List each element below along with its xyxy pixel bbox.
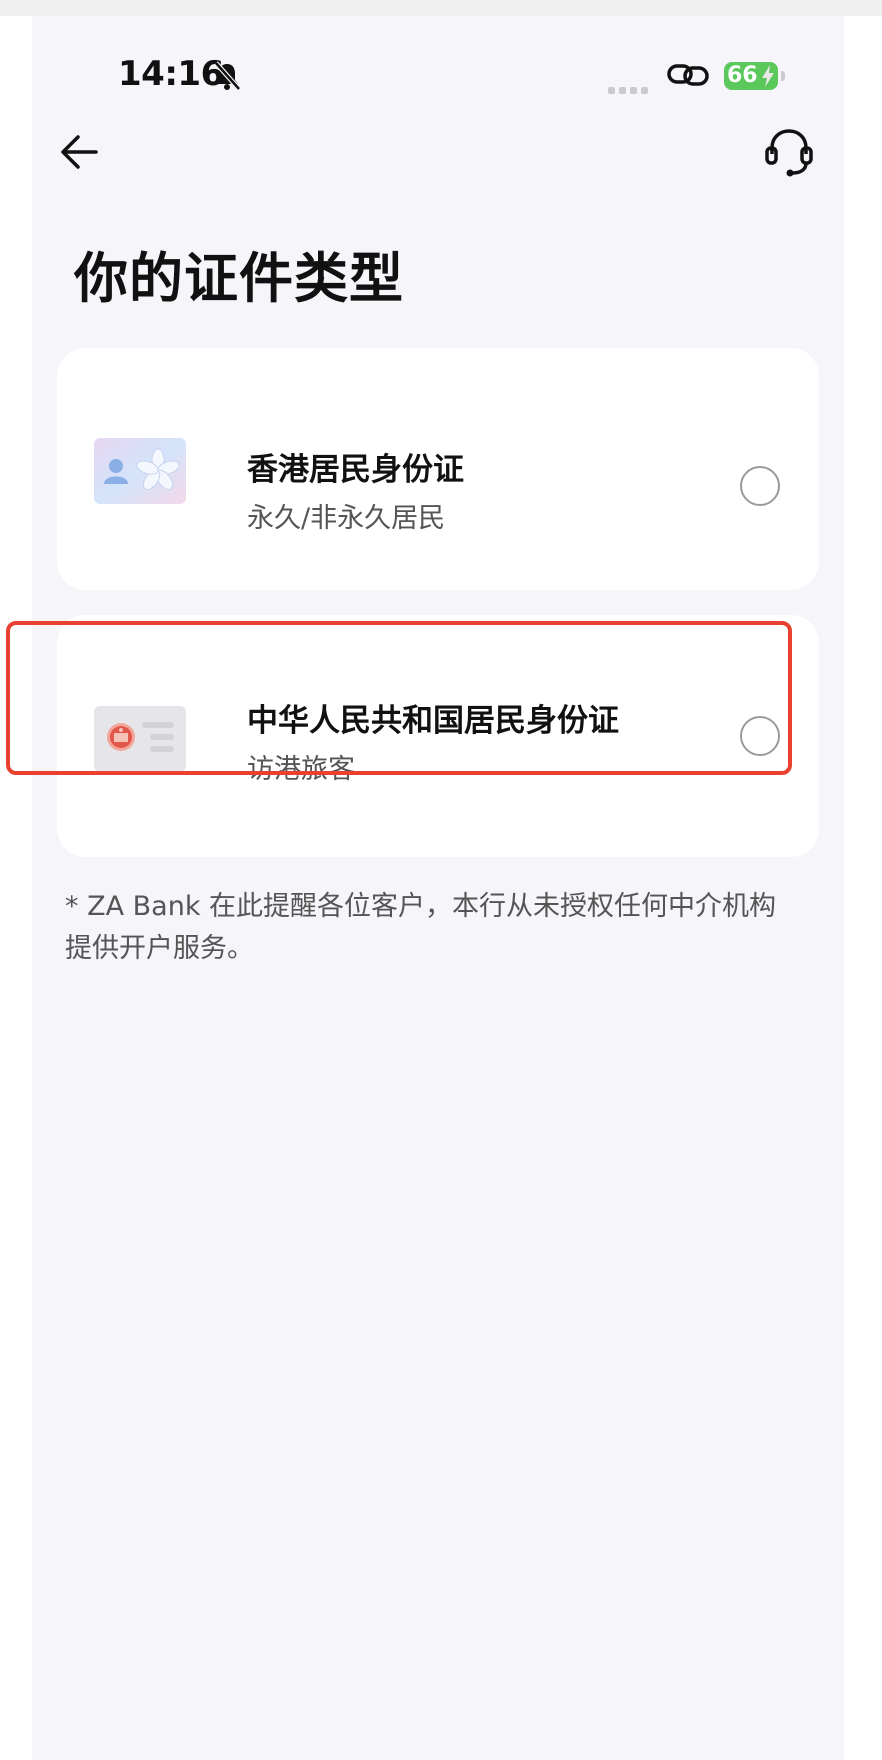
radio-button[interactable] — [740, 466, 780, 506]
notice-line-1: * ZA Bank 在此提醒各位客户，本行从未授权任何中介机构 — [65, 891, 777, 922]
back-arrow-icon[interactable] — [56, 128, 104, 176]
bolt-icon — [762, 65, 774, 87]
headset-icon[interactable] — [764, 126, 814, 180]
status-time: 14:16 — [118, 54, 224, 94]
option-title: 中华人民共和国居民身份证 — [247, 703, 619, 739]
battery-cap — [781, 71, 785, 81]
page-title: 你的证件类型 — [74, 247, 404, 310]
hk-id-card-icon — [94, 438, 186, 504]
bell-muted-icon — [214, 61, 241, 91]
option-subtitle: 永久/非永久居民 — [247, 503, 446, 534]
phone-screen: 14:16 66 你的证件类型 香港居民身份证 永久/非永久居民 中华人民共和国… — [32, 16, 844, 1760]
signal-icon — [608, 79, 652, 98]
radio-button[interactable] — [740, 716, 780, 756]
option-hk-id-card[interactable]: 香港居民身份证 永久/非永久居民 — [57, 348, 819, 590]
link-icon — [667, 64, 709, 86]
top-strip — [0, 0, 882, 16]
option-subtitle: 访港旅客 — [247, 754, 355, 785]
battery-level: 66 — [727, 63, 758, 88]
disclaimer-notice: * ZA Bank 在此提醒各位客户，本行从未授权任何中介机构 提供开户服务。 — [65, 886, 815, 970]
notice-line-2: 提供开户服务。 — [65, 933, 254, 964]
prc-id-card-icon — [94, 706, 186, 772]
option-title: 香港居民身份证 — [247, 452, 464, 488]
option-prc-id-card[interactable]: 中华人民共和国居民身份证 访港旅客 — [57, 615, 819, 857]
battery-indicator: 66 — [724, 62, 778, 90]
